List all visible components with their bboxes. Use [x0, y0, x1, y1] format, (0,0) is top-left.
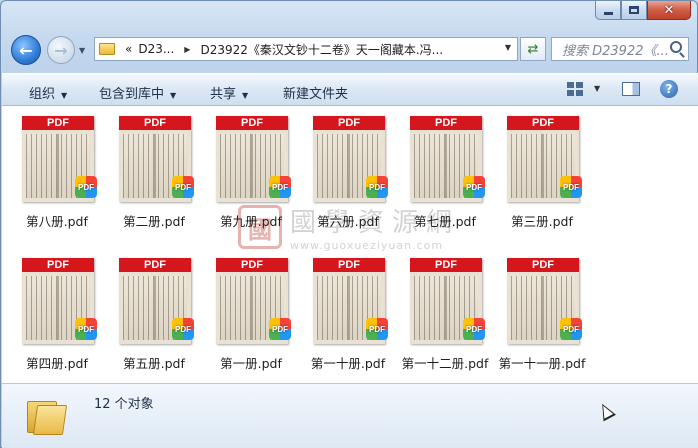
file-item[interactable]: PDF PDF 第六册.pdf: [300, 110, 396, 230]
mouse-cursor-icon: [596, 400, 616, 422]
pdf-label: PDF: [216, 116, 288, 130]
status-bar: 12 个对象: [2, 383, 698, 448]
address-bar[interactable]: « D23... ▶ D23922《秦汉文钞十二卷》天一阁藏本.冯... ▼: [94, 37, 518, 61]
close-button[interactable]: ✕: [647, 1, 691, 20]
chevron-down-icon: ▼: [170, 91, 177, 100]
back-button[interactable]: ←: [11, 35, 41, 65]
item-count: 12 个对象: [94, 397, 154, 412]
file-item[interactable]: PDF PDF 第四册.pdf: [9, 252, 105, 372]
file-list: 國 國學資源網 www.guoxueziyuan.com PDF PDF 第八册.p…: [2, 106, 698, 383]
search-icon[interactable]: [670, 41, 682, 53]
file-item[interactable]: PDF PDF 第九册.pdf: [203, 110, 299, 230]
breadcrumb-segment[interactable]: D23...: [138, 42, 174, 56]
chevron-down-icon: ▼: [242, 91, 249, 100]
chevron-down-icon: ▼: [61, 91, 68, 100]
explorer-window: ✕ ← → ▼ « D23... ▶ D23922《秦汉文钞十二卷》天一阁藏本.…: [0, 0, 698, 448]
file-name: 第一十册.pdf: [310, 356, 386, 371]
view-options-icon[interactable]: [567, 82, 583, 96]
pdf-file-icon: PDF: [172, 318, 194, 340]
pdf-label: PDF: [216, 258, 288, 272]
folder-icon: [99, 43, 115, 55]
breadcrumb-chevron-icon[interactable]: ▶: [184, 45, 190, 54]
file-name: 第八册.pdf: [26, 214, 88, 229]
pdf-label: PDF: [119, 258, 191, 272]
pdf-file-icon: PDF: [75, 318, 97, 340]
pdf-label: PDF: [313, 116, 385, 130]
file-name: 第一十一册.pdf: [498, 356, 586, 371]
pdf-label: PDF: [22, 116, 94, 130]
search-placeholder: 搜索 D23922《...: [562, 43, 669, 59]
file-name: 第五册.pdf: [123, 356, 185, 371]
file-item[interactable]: PDF PDF 第一十册.pdf: [300, 252, 396, 372]
search-input[interactable]: 搜索 D23922《...: [551, 37, 689, 61]
pdf-file-icon: PDF: [463, 176, 485, 198]
breadcrumb-current[interactable]: D23922《秦汉文钞十二卷》天一阁藏本.冯...: [200, 41, 443, 58]
view-dropdown-icon[interactable]: ▼: [594, 84, 600, 93]
pdf-label: PDF: [119, 116, 191, 130]
new-folder-button[interactable]: 新建文件夹: [283, 83, 348, 102]
recent-pages-dropdown[interactable]: ▼: [79, 46, 85, 55]
address-dropdown-icon[interactable]: ▼: [505, 43, 511, 52]
command-bar: 组织 ▼ 包含到库中 ▼ 共享 ▼ 新建文件夹 ▼ ?: [2, 73, 698, 106]
pdf-label: PDF: [313, 258, 385, 272]
file-item[interactable]: PDF PDF 第二册.pdf: [106, 110, 202, 230]
help-icon[interactable]: ?: [660, 80, 678, 98]
include-in-library-menu[interactable]: 包含到库中 ▼: [99, 83, 176, 102]
pdf-file-icon: PDF: [269, 318, 291, 340]
file-item[interactable]: PDF PDF 第一十一册.pdf: [494, 252, 590, 372]
pdf-label: PDF: [22, 258, 94, 272]
file-item[interactable]: PDF PDF 第三册.pdf: [494, 110, 590, 230]
arrow-right-icon: →: [54, 40, 68, 60]
file-name: 第三册.pdf: [511, 214, 573, 229]
pdf-label: PDF: [507, 258, 579, 272]
pdf-file-icon: PDF: [560, 176, 582, 198]
file-name: 第四册.pdf: [26, 356, 88, 371]
pdf-file-icon: PDF: [172, 176, 194, 198]
refresh-button[interactable]: ⇄: [520, 37, 546, 61]
file-name: 第九册.pdf: [220, 214, 282, 229]
pdf-file-icon: PDF: [366, 318, 388, 340]
pdf-file-icon: PDF: [560, 318, 582, 340]
folder-icon: [27, 397, 69, 435]
caption-buttons: ✕: [595, 1, 691, 20]
file-name: 第一十二册.pdf: [401, 356, 489, 371]
preview-pane-icon[interactable]: [622, 82, 640, 96]
pdf-file-icon: PDF: [366, 176, 388, 198]
file-item[interactable]: PDF PDF 第一册.pdf: [203, 252, 299, 372]
forward-button[interactable]: →: [47, 36, 75, 64]
pdf-label: PDF: [410, 116, 482, 130]
pdf-label: PDF: [410, 258, 482, 272]
pdf-file-icon: PDF: [463, 318, 485, 340]
file-name: 第七册.pdf: [414, 214, 476, 229]
minimize-button[interactable]: [595, 1, 621, 20]
file-name: 第二册.pdf: [123, 214, 185, 229]
pdf-file-icon: PDF: [75, 176, 97, 198]
navigation-bar: ← → ▼ « D23... ▶ D23922《秦汉文钞十二卷》天一阁藏本.冯.…: [1, 32, 697, 66]
file-name: 第六册.pdf: [317, 214, 379, 229]
file-item[interactable]: PDF PDF 第七册.pdf: [397, 110, 493, 230]
file-item[interactable]: PDF PDF 第五册.pdf: [106, 252, 202, 372]
file-item[interactable]: PDF PDF 第八册.pdf: [9, 110, 105, 230]
file-name: 第一册.pdf: [220, 356, 282, 371]
pdf-file-icon: PDF: [269, 176, 291, 198]
maximize-button[interactable]: [621, 1, 647, 20]
arrow-left-icon: ←: [19, 40, 33, 60]
maximize-icon: [629, 6, 639, 14]
file-item[interactable]: PDF PDF 第一十二册.pdf: [397, 252, 493, 372]
share-menu[interactable]: 共享 ▼: [210, 83, 248, 102]
close-icon: ✕: [663, 2, 675, 18]
breadcrumb-overflow[interactable]: «: [125, 42, 132, 56]
pdf-label: PDF: [507, 116, 579, 130]
organize-menu[interactable]: 组织 ▼: [29, 83, 67, 102]
watermark-url: www.guoxueziyuan.com: [290, 239, 444, 252]
minimize-icon: [603, 11, 613, 15]
refresh-icon: ⇄: [527, 41, 539, 57]
